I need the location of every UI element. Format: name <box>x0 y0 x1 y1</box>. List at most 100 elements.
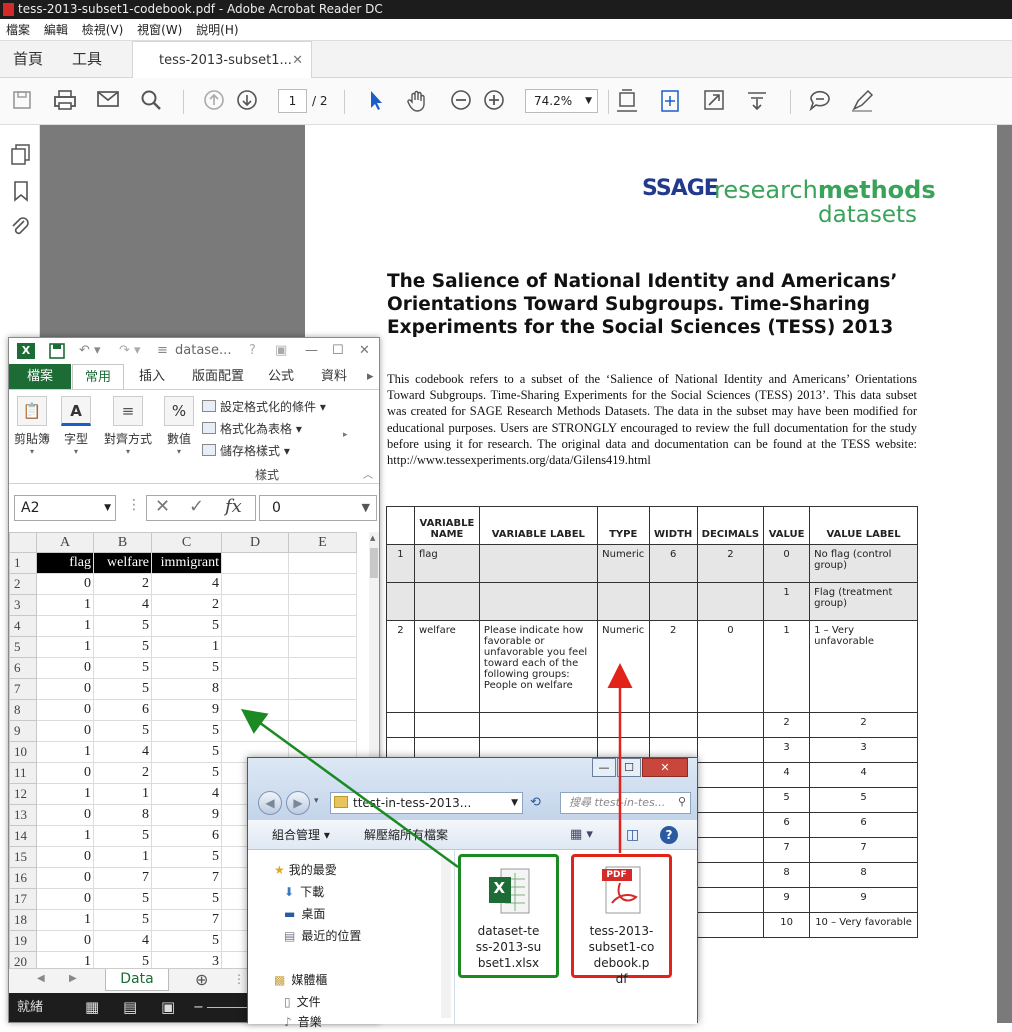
cell[interactable] <box>221 720 289 742</box>
ribbon-more-icon[interactable]: ▸ <box>343 430 348 440</box>
cell[interactable]: 5 <box>151 720 222 742</box>
row-header[interactable]: 17 <box>9 888 37 910</box>
cell[interactable] <box>221 573 289 595</box>
header-cell[interactable]: immigrant <box>151 552 222 574</box>
insert-function-icon[interactable]: fx <box>225 496 242 517</box>
cell[interactable]: 0 <box>36 804 94 826</box>
cell[interactable]: 0 <box>36 720 94 742</box>
cell[interactable]: 4 <box>93 930 152 952</box>
nav-music[interactable]: ♪ 音樂 <box>284 1012 322 1032</box>
tab-file[interactable]: 檔案 <box>9 364 71 389</box>
minimize-icon[interactable]: — <box>592 758 616 777</box>
row-header[interactable]: 11 <box>9 762 37 784</box>
cell[interactable]: 0 <box>36 678 94 700</box>
cell[interactable]: 5 <box>93 678 152 700</box>
cell[interactable]: 4 <box>151 573 222 595</box>
tab-data[interactable]: 資料 <box>321 364 347 389</box>
menu-window[interactable]: 視窗(W) <box>137 23 182 37</box>
cell[interactable]: 0 <box>36 573 94 595</box>
cell[interactable]: 1 <box>93 846 152 868</box>
tab-formulas[interactable]: 公式 <box>268 364 294 389</box>
cell[interactable]: 5 <box>151 846 222 868</box>
cell[interactable]: 0 <box>36 930 94 952</box>
cell[interactable]: 1 <box>36 741 94 763</box>
back-icon[interactable]: ◀ <box>258 791 282 815</box>
cell[interactable] <box>288 657 357 679</box>
row-header[interactable]: 8 <box>9 699 37 721</box>
row-header[interactable]: 7 <box>9 678 37 700</box>
cell[interactable]: 5 <box>151 615 222 637</box>
cell[interactable]: 1 <box>36 783 94 805</box>
row-header[interactable]: 15 <box>9 846 37 868</box>
page-thumbnails-icon[interactable] <box>10 143 32 168</box>
cell[interactable]: 0 <box>36 888 94 910</box>
redo-icon[interactable]: ↷ ▾ <box>119 338 141 364</box>
help-icon[interactable]: ? <box>660 826 678 844</box>
normal-view-icon[interactable]: ▦ <box>85 993 99 1022</box>
cell[interactable] <box>221 636 289 658</box>
tab-document[interactable]: tess-2013-subset1... ✕ <box>132 41 312 78</box>
cell[interactable]: 5 <box>151 930 222 952</box>
cell[interactable]: 8 <box>151 678 222 700</box>
cell[interactable] <box>221 699 289 721</box>
cell[interactable] <box>288 636 357 658</box>
maximize-icon[interactable]: ☐ <box>617 758 641 777</box>
number-format-button[interactable]: % 數值 ▾ <box>161 396 197 456</box>
font-button[interactable]: A 字型 ▾ <box>59 396 93 456</box>
header-cell[interactable]: welfare <box>93 552 152 574</box>
nav-recent[interactable]: ▤ 最近的位置 <box>284 926 361 946</box>
cell[interactable] <box>221 657 289 679</box>
row-header[interactable]: 5 <box>9 636 37 658</box>
conditional-format-button[interactable]: 設定格式化的條件 ▾ <box>202 398 326 415</box>
column-header[interactable]: E <box>288 532 357 553</box>
cell[interactable]: 2 <box>93 573 152 595</box>
select-cursor-icon[interactable] <box>364 89 388 113</box>
refresh-icon[interactable]: ⟲ <box>530 795 541 810</box>
zoom-in-icon[interactable] <box>482 89 506 113</box>
menu-edit[interactable]: 編輯 <box>44 23 68 37</box>
menu-file[interactable]: 檔案 <box>6 23 30 37</box>
next-page-icon[interactable] <box>235 89 259 113</box>
row-header[interactable]: 18 <box>9 909 37 931</box>
scroll-mode-icon[interactable] <box>745 89 769 113</box>
row-header[interactable]: 19 <box>9 930 37 952</box>
cell[interactable]: 0 <box>36 699 94 721</box>
cell[interactable]: 1 <box>36 825 94 847</box>
cell[interactable]: 5 <box>93 825 152 847</box>
cell[interactable] <box>221 678 289 700</box>
cell[interactable]: 7 <box>151 867 222 889</box>
header-cell[interactable]: flag <box>36 552 94 574</box>
cell[interactable]: 5 <box>151 741 222 763</box>
tab-insert[interactable]: 插入 <box>139 364 165 389</box>
cell[interactable] <box>288 720 357 742</box>
page-number-input[interactable]: 1 <box>278 89 307 113</box>
extract-all-button[interactable]: 解壓縮所有檔案 <box>364 820 448 850</box>
column-header[interactable]: C <box>151 532 222 553</box>
cell[interactable] <box>221 594 289 616</box>
cell[interactable]: 3 <box>151 951 222 968</box>
maximize-icon[interactable]: ☐ <box>332 338 344 364</box>
cell[interactable]: 1 <box>151 636 222 658</box>
fit-width-icon[interactable] <box>658 89 682 113</box>
save-icon[interactable] <box>10 89 34 113</box>
cell[interactable]: 1 <box>36 951 94 968</box>
name-box[interactable]: A2 ▼ <box>14 495 116 521</box>
row-header[interactable]: 14 <box>9 825 37 847</box>
enter-icon[interactable]: ✓ <box>189 496 204 517</box>
cell[interactable]: 5 <box>151 762 222 784</box>
search-icon[interactable] <box>139 89 163 113</box>
cell[interactable]: 5 <box>93 615 152 637</box>
close-icon[interactable]: ✕ <box>292 42 303 79</box>
cell[interactable]: 4 <box>93 594 152 616</box>
row-header[interactable]: 20 <box>9 951 37 968</box>
nav-libraries[interactable]: ▩ 媒體櫃 <box>274 970 327 990</box>
zoom-slider-minus-icon[interactable]: − <box>193 993 204 1022</box>
cell[interactable]: 0 <box>36 846 94 868</box>
cell[interactable] <box>221 552 289 574</box>
ribbon-options-icon[interactable]: ▣ <box>275 338 287 364</box>
tab-tools[interactable]: 工具 <box>72 41 102 78</box>
cell[interactable]: 5 <box>93 657 152 679</box>
collapse-ribbon-icon[interactable]: ︿ <box>363 466 373 481</box>
cell[interactable]: 8 <box>93 804 152 826</box>
nav-documents[interactable]: ▯ 文件 <box>284 992 321 1012</box>
